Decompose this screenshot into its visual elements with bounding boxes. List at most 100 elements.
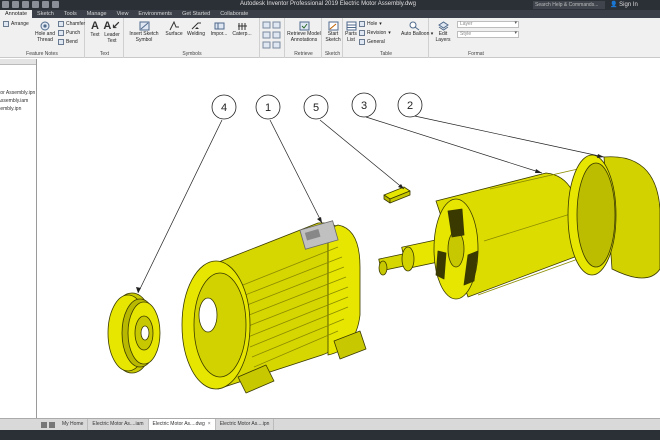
doc-tab-ipn[interactable]: Electric Motor As....ipn <box>216 419 275 430</box>
sign-in-link[interactable]: 👤 Sign In <box>610 1 638 8</box>
doc-tab-iam[interactable]: Electric Motor As....iam <box>88 419 149 430</box>
balloon-2[interactable]: 2 <box>397 92 423 118</box>
save-icon[interactable] <box>32 1 39 8</box>
punch-button[interactable]: Punch <box>58 30 80 36</box>
auto-balloon-label: Auto Balloon <box>401 31 430 37</box>
rotor-part[interactable] <box>378 168 582 300</box>
panel-text: A Text A↙ Leader Text Text <box>86 18 124 58</box>
panel-quick-tools <box>261 18 285 58</box>
auto-balloon-button[interactable]: Auto Balloon ▾ <box>401 21 433 38</box>
start-sketch-button[interactable]: Start Sketch <box>324 21 342 43</box>
punch-label: Punch <box>66 30 81 36</box>
grid-view-icon[interactable] <box>41 421 47 428</box>
parts-list-button[interactable]: Parts List <box>344 21 358 43</box>
insert-sketch-symbol-label: Insert Sketch Symbol <box>129 31 159 43</box>
panel-label-symbols: Symbols <box>182 51 202 57</box>
text-button[interactable]: A Text <box>89 21 101 39</box>
layer-select[interactable]: Layer <box>457 21 519 28</box>
revision-table-button[interactable]: Revision ▾ <box>359 30 391 36</box>
tab-get-started[interactable]: Get Started <box>177 10 215 18</box>
arrange-button[interactable]: Arrange <box>3 21 29 27</box>
start-sketch-icon <box>328 21 338 31</box>
chamfer-icon <box>58 21 64 27</box>
balloon-5[interactable]: 5 <box>303 94 329 120</box>
doc-tab-home[interactable]: My Home <box>58 419 89 430</box>
app-menu-icon[interactable] <box>2 1 9 8</box>
chamfer-label: Chamfer <box>66 21 86 27</box>
tab-tools[interactable]: Tools <box>59 10 82 18</box>
punch-icon <box>58 30 64 36</box>
surface-button[interactable]: Surface <box>165 21 183 38</box>
welding-label: Welding <box>187 31 205 37</box>
edit-layers-button[interactable]: Edit Layers <box>433 21 453 43</box>
balloon-3[interactable]: 3 <box>351 92 377 118</box>
tile-view-icon[interactable] <box>49 421 55 428</box>
motor-housing-part[interactable] <box>181 220 367 394</box>
revision-table-label: Revision <box>367 30 387 36</box>
browser-header <box>0 59 36 65</box>
balloon-number: 1 <box>265 102 271 114</box>
retrieve-model-annotations-button[interactable]: Retrieve Model Annotations <box>287 21 321 43</box>
tab-manage[interactable]: Manage <box>82 10 112 18</box>
open-file-icon[interactable] <box>22 1 29 8</box>
hole-thread-button[interactable]: Hole and Thread <box>33 21 57 43</box>
tab-sketch[interactable]: Sketch <box>32 10 59 18</box>
welding-button[interactable]: Welding <box>186 21 206 38</box>
panel-label-retrieve: Retrieve <box>294 51 313 57</box>
bend-icon <box>58 39 64 45</box>
parts-list-label: Parts List <box>345 31 357 43</box>
general-table-button[interactable]: General <box>359 39 385 45</box>
tab-annotate[interactable]: Annotate <box>0 10 33 18</box>
search-input[interactable]: Search Help & Commands... <box>533 1 605 9</box>
hole-table-button[interactable]: Hole ▾ <box>359 21 382 27</box>
retrieve-model-annotations-label: Retrieve Model Annotations <box>287 31 321 43</box>
balloon-4[interactable]: 4 <box>211 94 237 120</box>
caterpillar-icon <box>237 23 247 30</box>
pulley-part[interactable] <box>107 292 161 374</box>
caterpillar-button[interactable]: Caterp... <box>231 21 253 38</box>
balloon-1[interactable]: 1 <box>255 94 281 120</box>
quick-tools-icon-grid[interactable] <box>262 21 284 51</box>
edit-layers-label: Edit Layers <box>435 31 451 43</box>
panel-label-table: Table <box>380 51 392 57</box>
edit-layers-icon <box>437 21 449 31</box>
panel-retrieve: Retrieve Model Annotations Retrieve <box>286 18 322 58</box>
hole-table-icon <box>359 21 365 27</box>
panel-label-sketch: Sketch <box>324 51 341 57</box>
style-select[interactable]: Style <box>457 31 519 38</box>
caterpillar-label: Caterp... <box>232 31 252 37</box>
doc-tab-dwg[interactable]: Electric Motor As....dwg × <box>148 419 216 430</box>
drawing-canvas[interactable]: 4 1 5 3 2 <box>38 59 660 418</box>
bend-button[interactable]: Bend <box>58 39 78 45</box>
panel-feature-notes: Arrange Hole and Thread Chamfer Punch Be… <box>0 18 85 58</box>
exploded-assembly-drawing[interactable]: 4 1 5 3 2 <box>38 59 660 418</box>
tab-collaborate[interactable]: Collaborate <box>215 10 253 18</box>
balloon-number: 3 <box>361 100 367 112</box>
browser-item[interactable]: Motor Assembly.ipn <box>0 89 36 97</box>
import-symbol-button[interactable]: Impor... <box>209 21 229 38</box>
chamfer-button[interactable]: Chamfer <box>58 21 85 27</box>
surface-texture-icon <box>169 21 179 31</box>
key-part[interactable] <box>383 186 411 204</box>
sign-in-label: Sign In <box>619 2 638 8</box>
leader-text-icon: A↙ <box>103 20 121 32</box>
general-table-icon <box>359 39 365 45</box>
browser-item[interactable]: Assembly.ipn <box>0 105 36 113</box>
balloon-number: 2 <box>407 100 413 112</box>
bend-label: Bend <box>66 39 78 45</box>
revision-table-icon <box>359 30 365 36</box>
browser-item[interactable]: or Assembly.iam <box>0 97 36 105</box>
redo-icon[interactable] <box>52 1 59 8</box>
insert-sketch-symbol-button[interactable]: Insert Sketch Symbol <box>127 21 161 43</box>
leader-text-button[interactable]: A↙ Leader Text <box>103 21 121 44</box>
end-cap-part[interactable] <box>567 154 660 279</box>
browser-footer <box>0 418 38 430</box>
tab-view[interactable]: View <box>112 10 134 18</box>
new-file-icon[interactable] <box>12 1 19 8</box>
panel-symbols: Insert Sketch Symbol Surface Welding Imp… <box>125 18 260 58</box>
close-icon[interactable]: × <box>208 421 211 427</box>
undo-icon[interactable] <box>42 1 49 8</box>
panel-format: Edit Layers Layer Style Format <box>430 18 522 58</box>
tab-environments[interactable]: Environments <box>133 10 177 18</box>
arrange-icon <box>3 21 9 27</box>
